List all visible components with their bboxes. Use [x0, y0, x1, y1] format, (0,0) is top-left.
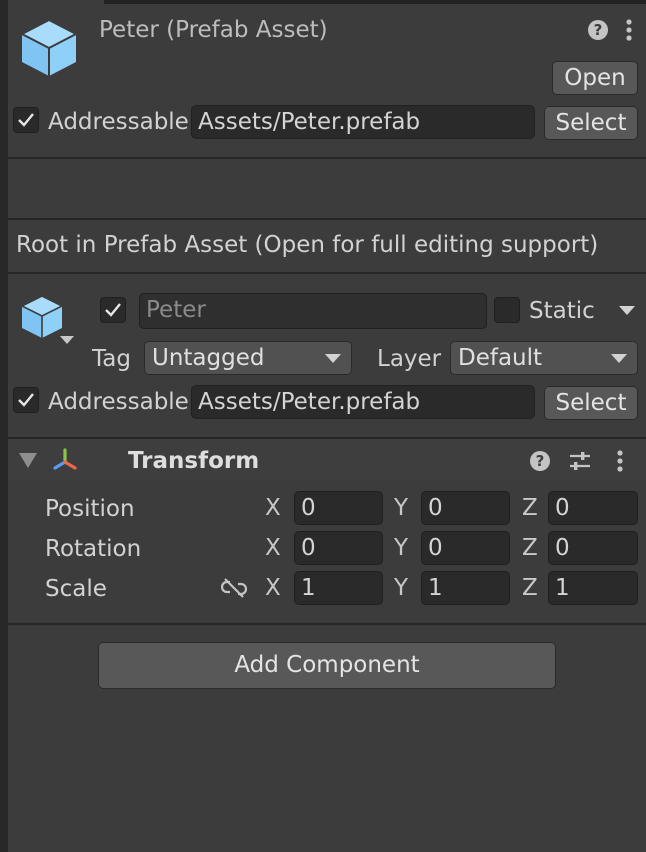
svg-text:?: ?: [594, 21, 603, 39]
scale-z-field[interactable]: 1: [548, 571, 638, 605]
axis-x-label: X: [265, 535, 281, 561]
checkmark-icon: [18, 393, 34, 407]
divider: [8, 272, 646, 274]
layer-value: Default: [458, 345, 543, 371]
axis-x-label: X: [265, 575, 281, 601]
addressable-label: Addressable: [48, 389, 189, 415]
layer-label: Layer: [377, 346, 442, 372]
layer-dropdown[interactable]: Default: [450, 341, 638, 375]
prefab-title: Peter (Prefab Asset): [99, 17, 328, 43]
address-select-button[interactable]: Select: [544, 106, 638, 140]
address-field[interactable]: Assets/Peter.prefab: [191, 105, 535, 139]
kebab-menu-icon[interactable]: [625, 18, 633, 42]
chevron-down-icon: [611, 354, 627, 363]
static-checkbox[interactable]: [494, 297, 520, 323]
add-component-button[interactable]: Add Component: [98, 642, 556, 689]
icon-dropdown-caret-icon[interactable]: [60, 336, 74, 344]
address-field[interactable]: Assets/Peter.prefab: [191, 385, 535, 419]
prefab-notice-text: Root in Prefab Asset (Open for full edit…: [16, 232, 599, 258]
rotation-z-field[interactable]: 0: [548, 531, 638, 565]
scale-x-field[interactable]: 1: [294, 571, 383, 605]
gameobject-cube-icon[interactable]: [20, 294, 64, 340]
tag-dropdown[interactable]: Untagged: [144, 341, 352, 375]
gameobject-name-field[interactable]: Peter: [139, 293, 487, 329]
static-dropdown-caret-icon[interactable]: [619, 306, 635, 315]
scale-label: Scale: [45, 576, 107, 602]
checkmark-icon: [18, 113, 34, 127]
transform-title: Transform: [128, 448, 260, 474]
unlinked-chain-icon[interactable]: [221, 578, 247, 598]
position-y-field[interactable]: 0: [421, 491, 510, 525]
axis-z-label: Z: [522, 495, 538, 521]
axis-x-label: X: [265, 495, 281, 521]
divider: [8, 218, 646, 220]
foldout-triangle-icon[interactable]: [19, 453, 37, 468]
axis-z-label: Z: [522, 575, 538, 601]
position-z-field[interactable]: 0: [548, 491, 638, 525]
addressable-label: Addressable: [48, 109, 189, 135]
rotation-label: Rotation: [45, 536, 142, 562]
open-prefab-button[interactable]: Open: [552, 61, 638, 95]
axis-y-label: Y: [394, 535, 409, 561]
active-checkbox[interactable]: [100, 297, 126, 323]
transform-axes-icon: [53, 448, 77, 470]
help-icon[interactable]: ?: [529, 450, 551, 472]
axis-y-label: Y: [394, 575, 409, 601]
help-icon[interactable]: ?: [587, 19, 609, 41]
static-label: Static: [529, 298, 595, 324]
tag-value: Untagged: [152, 345, 265, 371]
axis-z-label: Z: [522, 535, 538, 561]
tag-label: Tag: [92, 346, 131, 372]
address-select-button[interactable]: Select: [544, 386, 638, 420]
position-label: Position: [45, 496, 135, 522]
divider: [8, 157, 646, 159]
addressable-checkbox[interactable]: [13, 107, 39, 133]
position-x-field[interactable]: 0: [294, 491, 383, 525]
prefab-cube-icon: [20, 18, 78, 76]
top-edge-bar: [104, 0, 646, 4]
scale-y-field[interactable]: 1: [421, 571, 510, 605]
rotation-x-field[interactable]: 0: [294, 531, 383, 565]
chevron-down-icon: [325, 354, 341, 363]
kebab-menu-icon[interactable]: [616, 449, 624, 473]
checkmark-icon: [105, 303, 121, 317]
rotation-y-field[interactable]: 0: [421, 531, 510, 565]
axis-y-label: Y: [394, 495, 409, 521]
addressable-checkbox[interactable]: [13, 387, 39, 413]
preset-sliders-icon[interactable]: [568, 450, 592, 472]
divider: [8, 623, 646, 625]
svg-text:?: ?: [536, 452, 545, 470]
left-edge-strip: [0, 0, 8, 852]
